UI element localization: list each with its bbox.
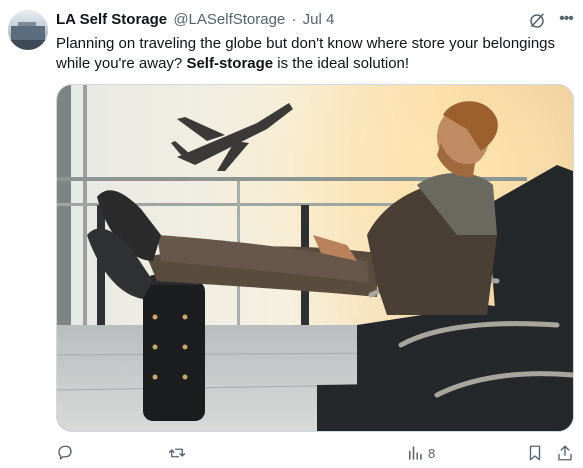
reply-button[interactable]	[56, 442, 74, 464]
bookmark-button[interactable]	[526, 442, 544, 464]
heart-icon	[297, 445, 313, 460]
dot-separator: ·	[291, 11, 297, 28]
author-handle[interactable]: @LASelfStorage	[173, 11, 285, 28]
tweet-text-part2: is the ideal solution!	[273, 55, 410, 72]
views-icon	[409, 446, 422, 460]
share-icon	[558, 445, 572, 461]
grok-icon[interactable]	[528, 12, 546, 30]
retweet-button[interactable]	[168, 442, 186, 464]
tweet-text-bold: Self-storage	[186, 55, 274, 72]
tweet-header: LA Self Storage @LASelfStorage · Jul 4	[56, 10, 334, 30]
reply-icon	[58, 445, 72, 460]
bookmark-icon	[529, 445, 541, 461]
avatar[interactable]	[8, 10, 48, 50]
author-name[interactable]: LA Self Storage	[56, 11, 167, 28]
tweet[interactable]: LA Self Storage @LASelfStorage · Jul 4 •…	[0, 0, 583, 468]
retweet-icon	[168, 448, 186, 458]
tweet-text: Planning on traveling the globe but don'…	[56, 34, 576, 74]
tweet-image[interactable]	[56, 84, 574, 432]
like-button[interactable]	[296, 442, 314, 464]
views-button[interactable]: 8	[406, 442, 435, 464]
more-icon[interactable]: •••	[556, 10, 576, 28]
views-count: 8	[428, 445, 436, 461]
share-button[interactable]	[556, 442, 574, 464]
tweet-date[interactable]: Jul 4	[303, 11, 335, 28]
action-bar: 8	[0, 440, 583, 468]
